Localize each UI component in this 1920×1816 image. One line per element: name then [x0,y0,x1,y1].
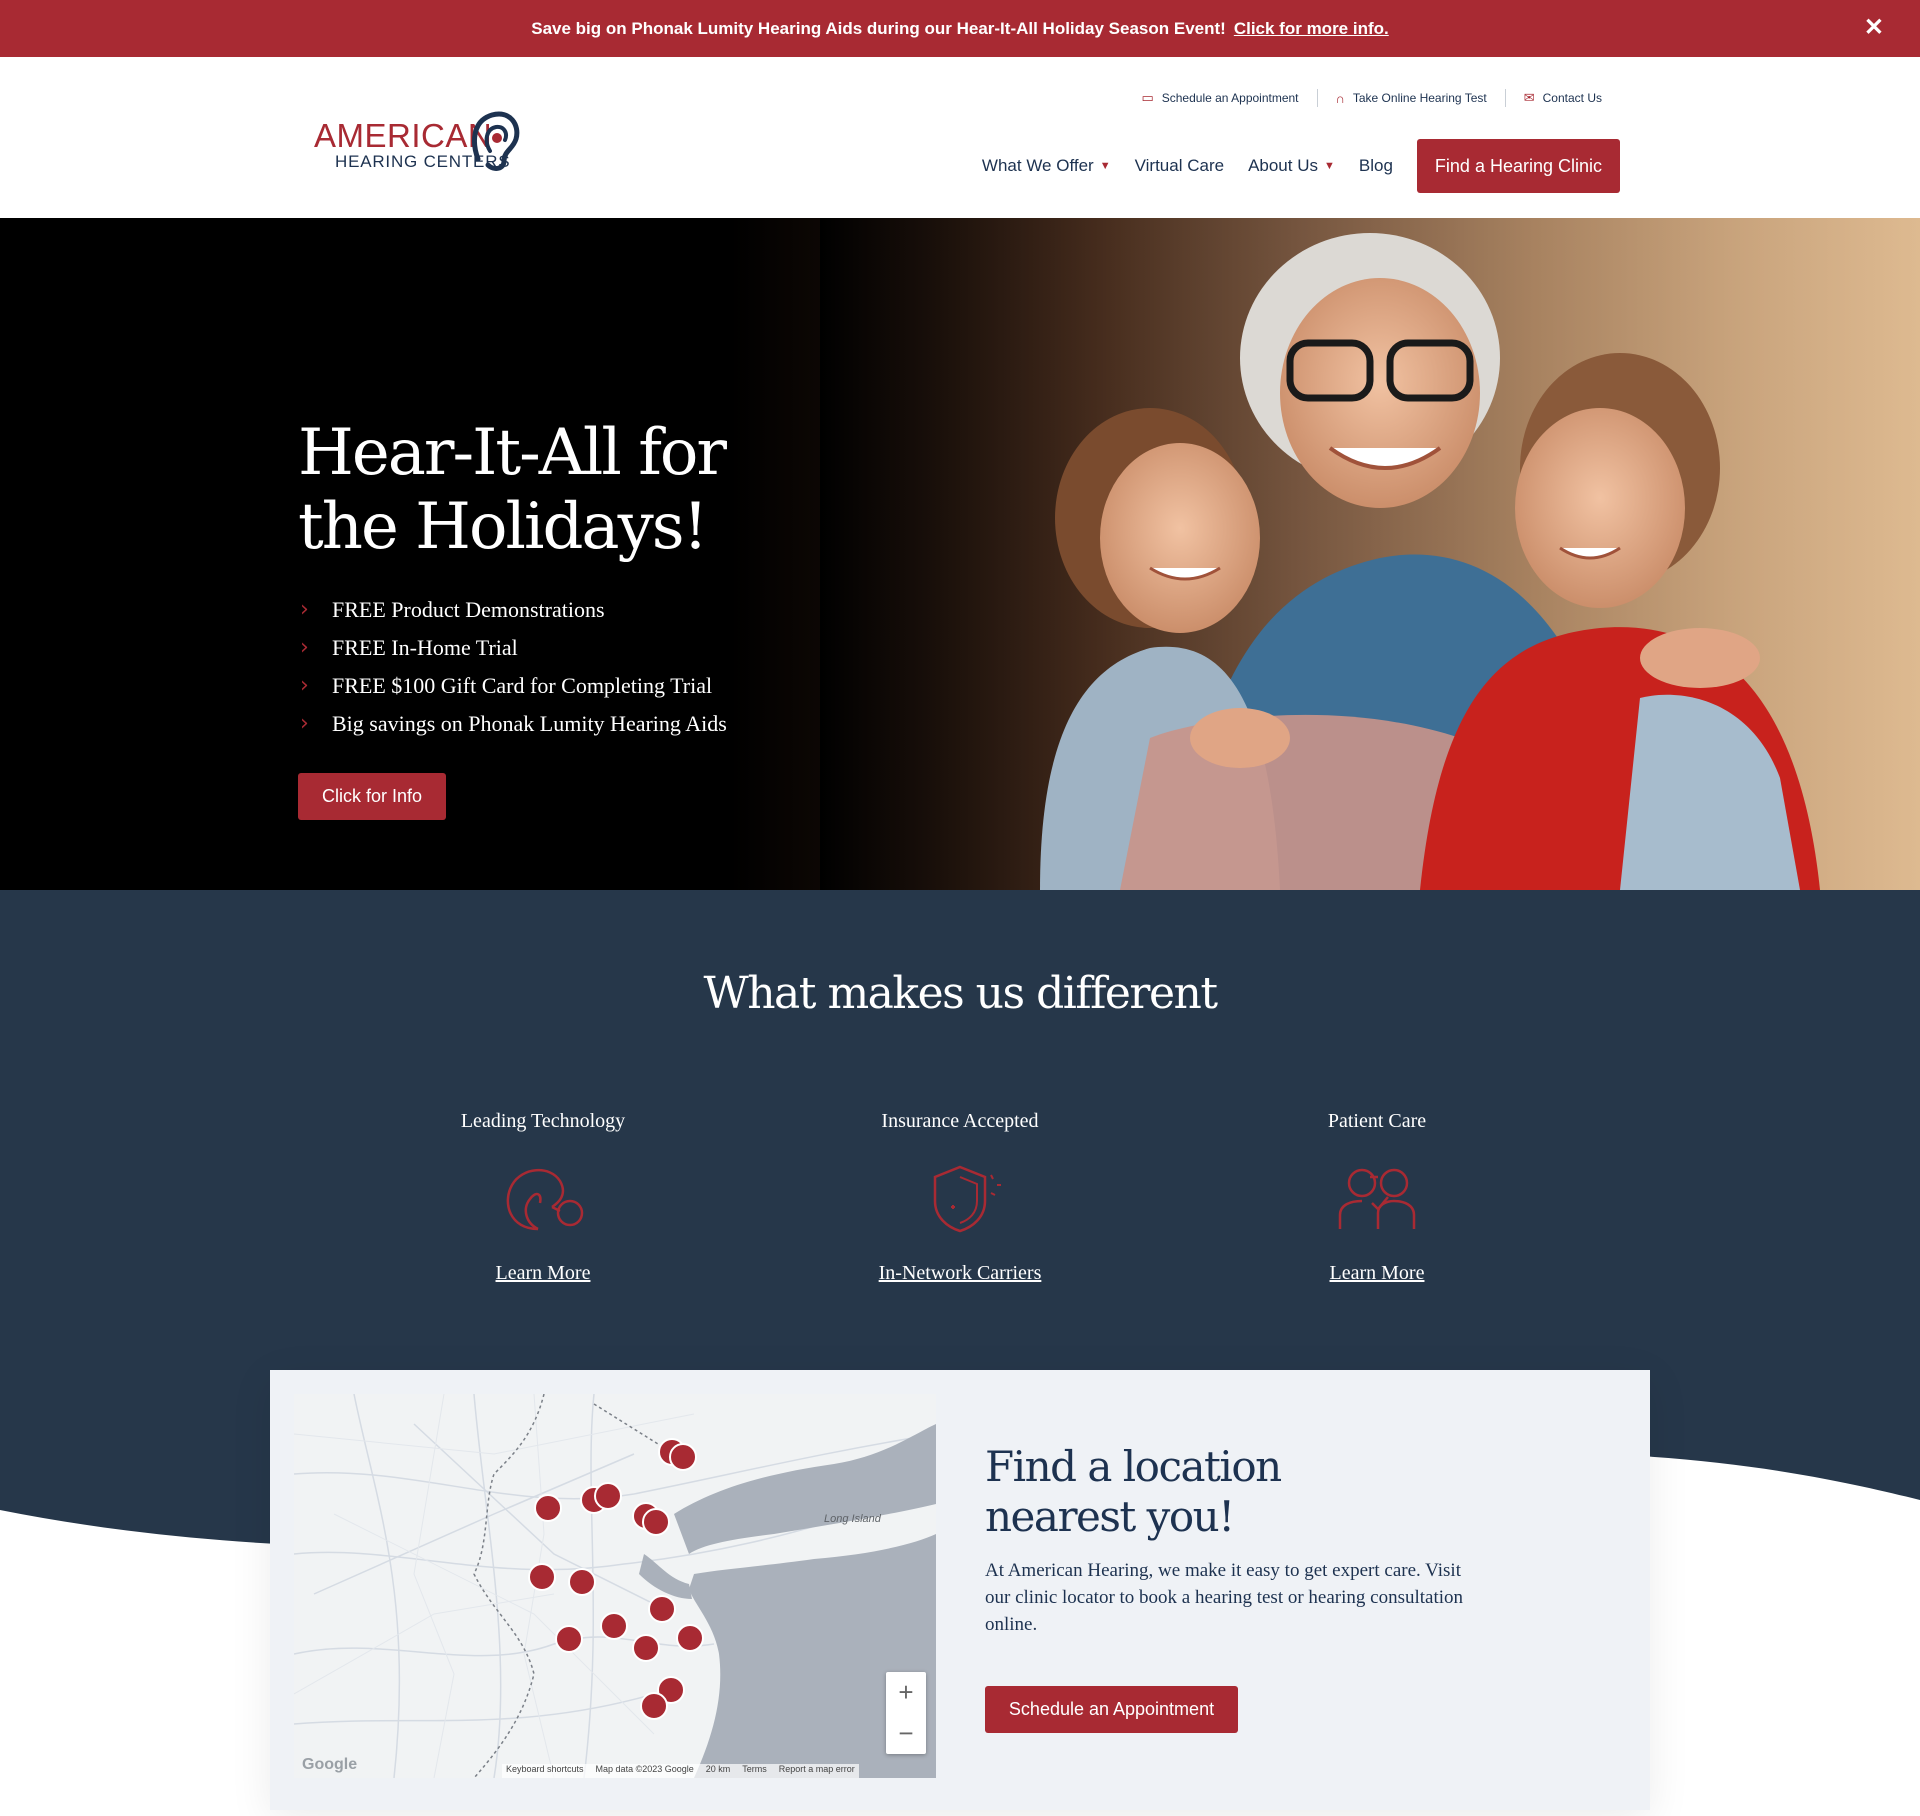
main-nav: What We Offer ▼ Virtual Care About Us ▼ … [958,139,1620,193]
close-icon[interactable]: ✕ [1864,16,1884,40]
logo-line-1: AMERICAN [314,117,493,154]
map-tiles: Long Island [294,1394,936,1778]
feature-patient-care: Patient Care Learn More [1227,1110,1527,1285]
feature-insurance-accepted: Insurance Accepted In-Network Carriers [810,1110,1110,1285]
ear-logo-icon [472,111,520,171]
feature-title: Patient Care [1327,1110,1427,1132]
nav-virtual-care[interactable]: Virtual Care [1135,156,1224,176]
patient-care-icon [1338,1168,1416,1229]
utility-contact[interactable]: ✉ Contact Us [1506,90,1620,106]
terms-link[interactable]: Terms [742,1764,767,1778]
hero-bullet: › FREE $100 Gift Card for Completing Tria… [300,667,727,705]
map-label-long-island: Long Island [824,1513,882,1525]
chevron-right-icon: › [300,711,309,736]
nav-blog[interactable]: Blog [1359,156,1393,176]
chevron-right-icon: › [300,673,309,698]
feature-leading-technology: Leading Technology Learn More [393,1110,693,1285]
promo-banner: Save big on Phonak Lumity Hearing Aids d… [0,0,1920,57]
location-title: Find a location nearest you! [985,1442,1282,1541]
hero-bullet-text: Big savings on Phonak Lumity Hearing Aid… [332,711,727,736]
map-zoom-control: + − [886,1672,926,1754]
hearing-aid-icon [506,1168,584,1231]
find-clinic-button[interactable]: Find a Hearing Clinic [1416,139,1620,193]
feature-link[interactable]: Learn More [393,1262,693,1285]
promo-text: Save big on Phonak Lumity Hearing Aids d… [531,18,1226,38]
utility-label: Take Online Hearing Test [1352,91,1487,105]
hero-title: Hear-It-All for the Holidays! [298,416,727,564]
hero-bullet: › FREE Product Demonstrations [300,591,727,629]
nav-label: What We Offer [981,156,1094,175]
hero-bullet-text: FREE $100 Gift Card for Completing Trial [332,673,713,698]
site-header: AMERICAN HEARING CENTERS ▭ Schedule an A… [0,57,1920,218]
clinic-map[interactable]: Long Island Google Keyboard shortcuts Ma… [294,1394,936,1778]
map-attribution: Keyboard shortcuts Map data ©2023 Google… [502,1764,859,1778]
hero-bullet-text: FREE Product Demonstrations [332,597,605,622]
chevron-right-icon: › [300,597,309,622]
feature-link[interactable]: In-Network Carriers [810,1262,1110,1285]
report-error-link[interactable]: Report a map error [779,1764,855,1778]
utility-nav: ▭ Schedule an Appointment ∩ Take Online … [1123,89,1620,107]
zoom-out-button[interactable]: − [886,1713,926,1754]
chevron-down-icon: ▼ [1099,160,1111,172]
feature-title: Insurance Accepted [881,1110,1039,1132]
hero-banner: Hear-It-All for the Holidays! › FREE Prod… [0,218,1920,890]
hero-bullet: › Big savings on Phonak Lumity Hearing Ai… [300,705,727,743]
location-text: At American Hearing, we make it easy to … [985,1560,1464,1635]
shield-icon [933,1165,1001,1233]
hero-bullet-text: FREE In-Home Trial [332,635,518,660]
logo[interactable]: AMERICAN HEARING CENTERS [314,107,524,177]
map-data-text: Map data ©2023 Google [595,1764,694,1774]
hero-bullet-list: › FREE Product Demonstrations › FREE In-Ho… [300,591,727,743]
headphones-icon: ∩ [1335,90,1345,106]
zoom-in-button[interactable]: + [886,1672,926,1713]
chevron-down-icon: ▼ [1324,160,1335,172]
section-title: What makes us different [703,968,1218,1019]
keyboard-shortcuts-link[interactable]: Keyboard shortcuts [506,1764,584,1778]
map-scale: 20 km [705,1764,731,1774]
nav-label: Blog [1358,156,1393,175]
nav-what-we-offer[interactable]: What We Offer ▼ [982,156,1111,176]
utility-hearing-test[interactable]: ∩ Take Online Hearing Test [1318,91,1505,106]
hero-photo [820,218,1920,890]
feature-link[interactable]: Learn More [1227,1262,1527,1285]
nav-about-us[interactable]: About Us ▼ [1248,156,1335,176]
nav-label: About Us [1248,156,1318,175]
location-card: Long Island Google Keyboard shortcuts Ma… [270,1370,1650,1810]
utility-label: Schedule an Appointment [1161,91,1299,105]
utility-label: Contact Us [1542,91,1602,105]
utility-schedule[interactable]: ▭ Schedule an Appointment [1123,90,1316,106]
schedule-appointment-button[interactable]: Schedule an Appointment [985,1686,1238,1733]
feature-title: Leading Technology [460,1110,626,1132]
hero-bullet: › FREE In-Home Trial [300,629,727,667]
google-logo: Google [302,1756,358,1773]
mail-icon: ✉ [1523,90,1535,105]
chevron-right-icon: › [300,635,309,660]
promo-link[interactable]: Click for more info. [1234,19,1389,39]
nav-label: Virtual Care [1134,156,1225,175]
calendar-icon: ▭ [1141,90,1154,105]
click-for-info-button[interactable]: Click for Info [298,773,446,820]
